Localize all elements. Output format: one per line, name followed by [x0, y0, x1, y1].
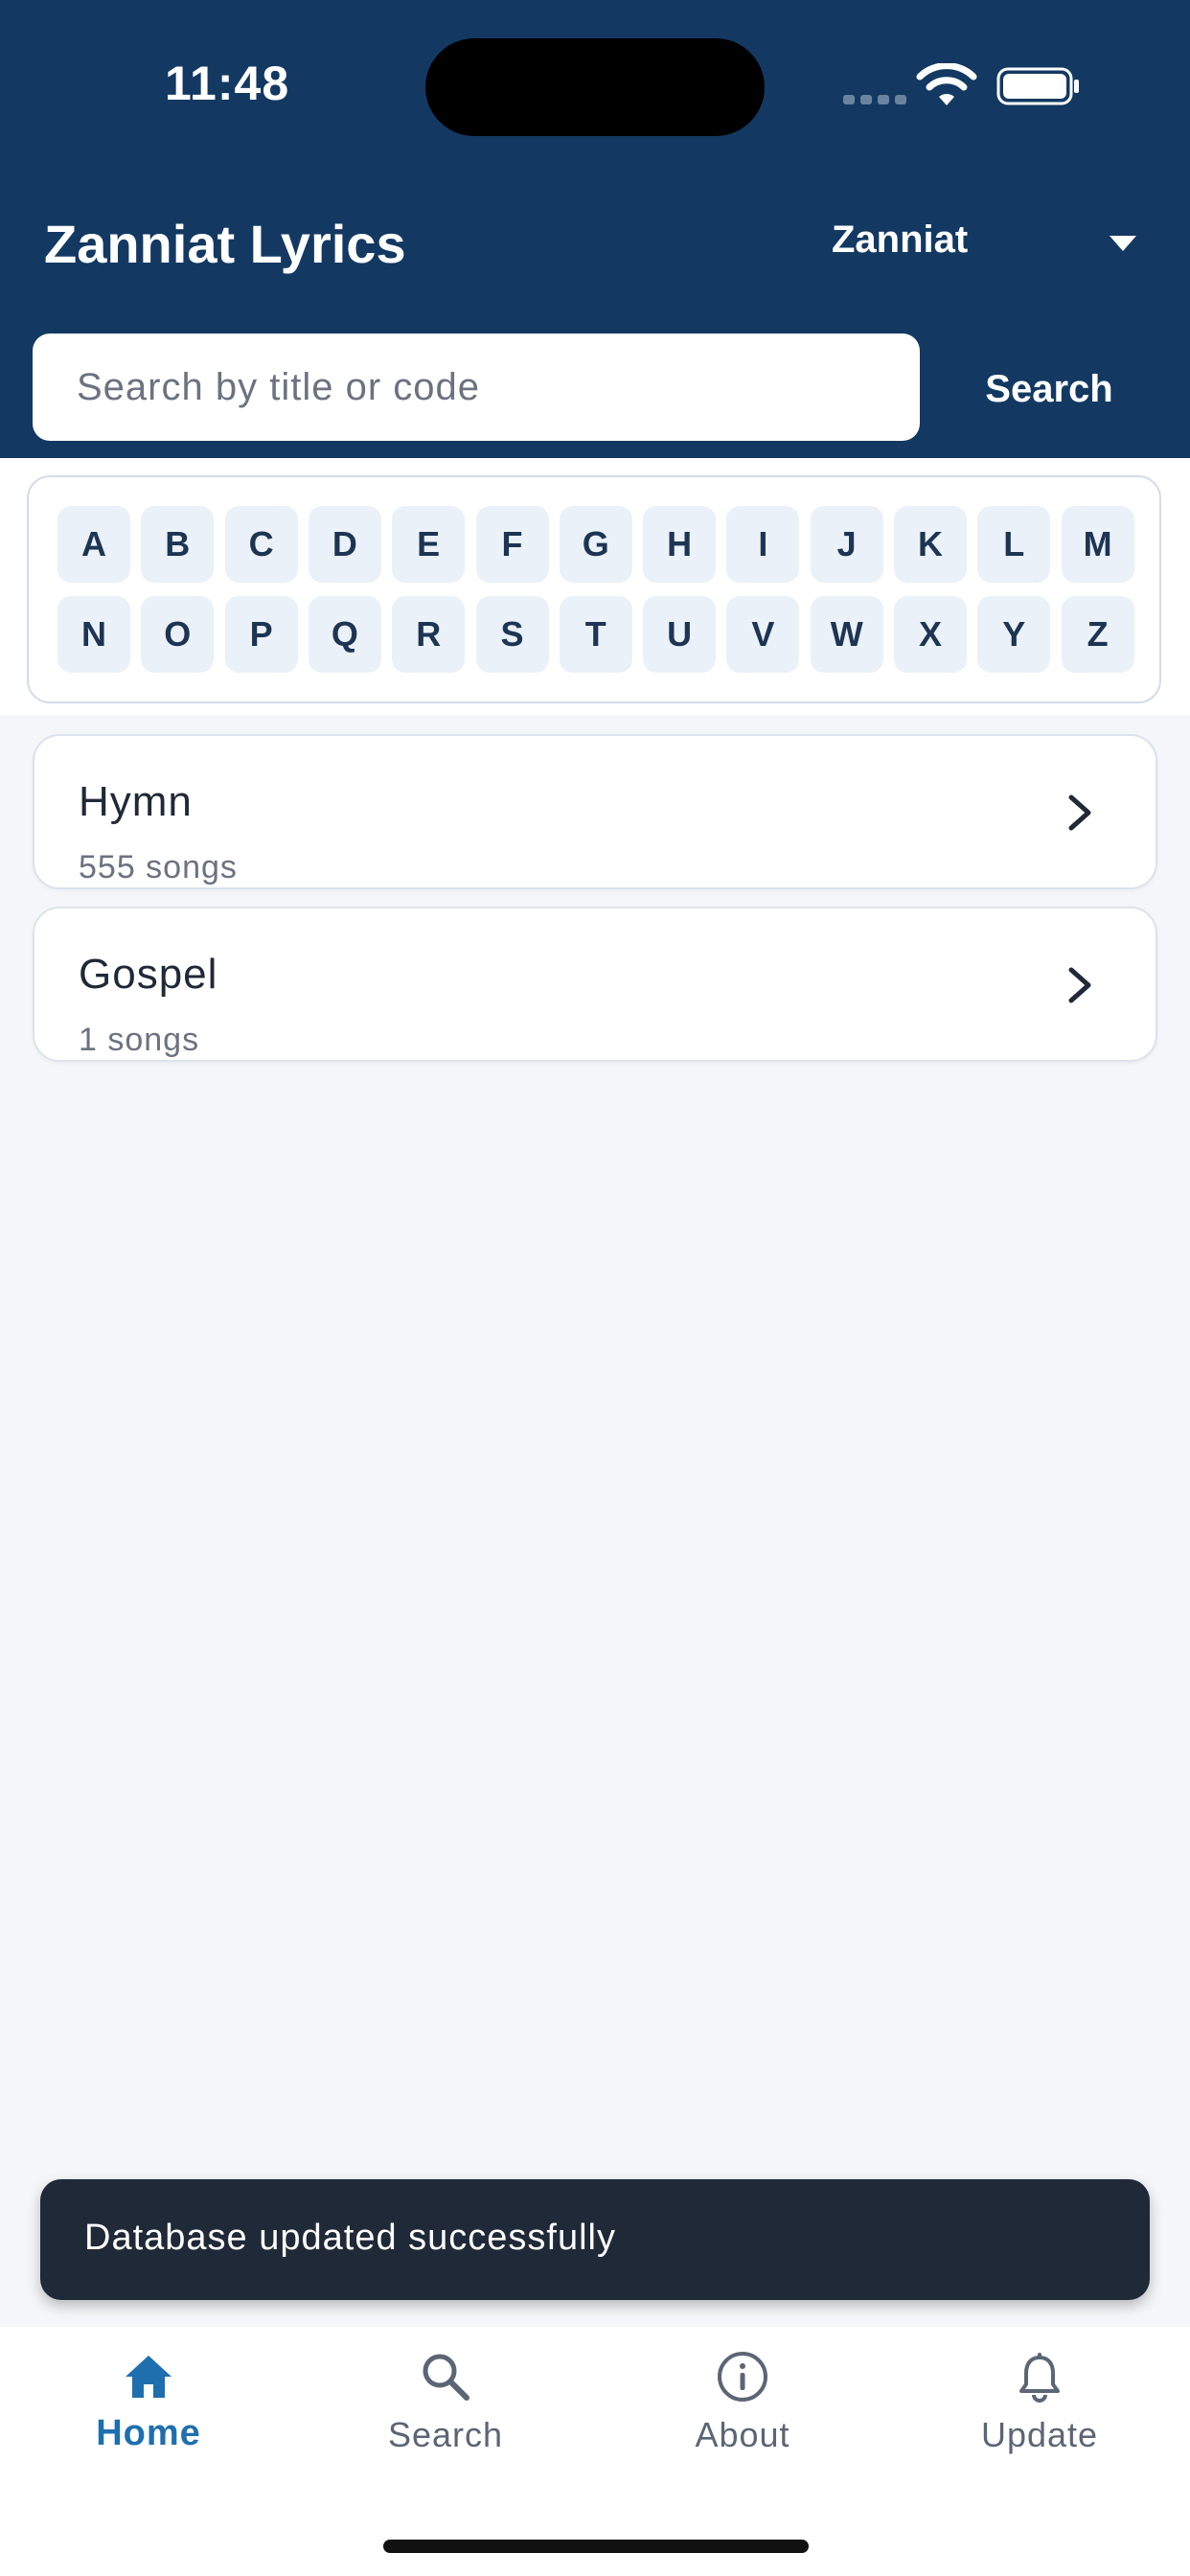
letter-button-y[interactable]: Y [977, 596, 1051, 673]
letter-button-j[interactable]: J [810, 506, 883, 583]
letter-button-b[interactable]: B [141, 506, 215, 583]
home-indicator [383, 2540, 809, 2553]
cellular-signal-icon [843, 92, 912, 109]
toast-message: Database updated successfully [84, 2218, 616, 2258]
letter-button-w[interactable]: W [810, 596, 883, 673]
letter-button-a[interactable]: A [57, 506, 130, 583]
letter-button-k[interactable]: K [894, 506, 967, 583]
search-icon [423, 2354, 469, 2401]
nav-tab-update[interactable]: Update [891, 2327, 1188, 2518]
letter-button-x[interactable]: X [894, 596, 967, 673]
letter-button-z[interactable]: Z [1061, 596, 1134, 673]
chevron-right-icon [1068, 967, 1091, 1003]
letter-button-c[interactable]: C [224, 506, 298, 583]
nav-tab-home[interactable]: Home [0, 2327, 297, 2518]
letter-button-t[interactable]: T [559, 596, 632, 673]
letter-button-m[interactable]: M [1061, 506, 1134, 583]
collection-selector[interactable]: Zanniat [832, 217, 1148, 270]
letter-button-u[interactable]: U [643, 596, 717, 673]
app-title: Zanniat Lyrics [44, 214, 406, 274]
category-card-gospel[interactable]: Gospel 1 songs [33, 907, 1157, 1062]
letter-button-e[interactable]: E [392, 506, 466, 583]
category-song-count: 555 songs [79, 849, 238, 886]
search-field[interactable] [33, 334, 920, 441]
nav-label-about: About [695, 2415, 790, 2454]
wifi-icon [916, 63, 977, 105]
letter-button-f[interactable]: F [475, 506, 549, 583]
chevron-right-icon [1068, 794, 1091, 831]
home-icon [126, 2356, 172, 2398]
letter-button-n[interactable]: N [57, 596, 130, 673]
category-card-hymn[interactable]: Hymn 555 songs [33, 734, 1157, 889]
nav-label-update: Update [980, 2415, 1099, 2454]
nav-label-home: Home [96, 2413, 201, 2453]
letter-button-q[interactable]: Q [308, 596, 381, 673]
nav-tab-about[interactable]: About [594, 2327, 891, 2518]
letter-button-g[interactable]: G [559, 506, 632, 583]
caret-down-icon [1110, 236, 1136, 251]
letter-button-l[interactable]: L [977, 506, 1051, 583]
letter-button-o[interactable]: O [141, 596, 215, 673]
dynamic-island [425, 38, 765, 136]
status-time: 11:48 [165, 57, 290, 110]
battery-icon [996, 67, 1079, 105]
bell-icon [1019, 2353, 1060, 2403]
search-button[interactable]: Search [949, 345, 1150, 431]
search-input[interactable] [33, 334, 920, 441]
nav-label-search: Search [387, 2415, 504, 2454]
category-song-count: 1 songs [79, 1022, 200, 1058]
letter-button-d[interactable]: D [308, 506, 381, 583]
letter-button-v[interactable]: V [726, 596, 800, 673]
collection-selector-label: Zanniat [832, 218, 969, 261]
alphabet-index: ABCDEFGHIJKLM NOPQRSTUVWXYZ [27, 475, 1161, 703]
nav-tab-search[interactable]: Search [297, 2327, 594, 2518]
letter-button-h[interactable]: H [643, 506, 717, 583]
bottom-navigation: Home Search About Update [0, 2327, 1190, 2576]
snackbar-toast: Database updated successfully [40, 2179, 1150, 2300]
letter-button-i[interactable]: I [726, 506, 800, 583]
letter-button-r[interactable]: R [392, 596, 466, 673]
letter-button-p[interactable]: P [224, 596, 298, 673]
info-icon [718, 2352, 767, 2402]
category-title: Gospel [79, 951, 218, 998]
category-title: Hymn [79, 778, 193, 825]
letter-button-s[interactable]: S [475, 596, 549, 673]
app-header: 11:48 Zanniat Lyrics Zanniat Search [0, 0, 1190, 458]
